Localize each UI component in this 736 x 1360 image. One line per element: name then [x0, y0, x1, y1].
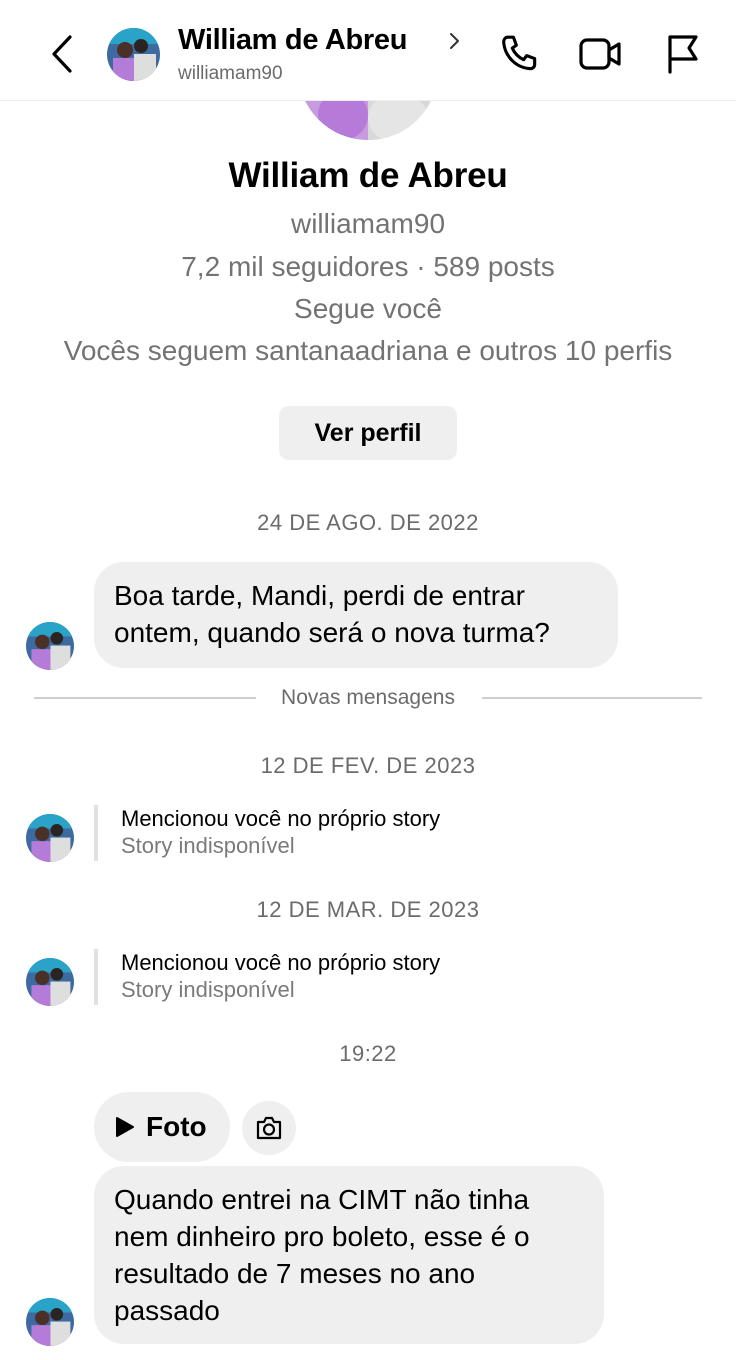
profile-stats: 7,2 mil seguidores · 589 posts [181, 251, 555, 282]
video-icon [579, 38, 621, 70]
story-unavailable-label: Story indisponível [121, 833, 295, 858]
date-separator: 12 DE FEV. DE 2023 [260, 753, 476, 778]
date-separator: 24 DE AGO. DE 2022 [257, 510, 479, 535]
follows-you-label: Segue você [294, 293, 442, 324]
call-button[interactable] [496, 30, 544, 78]
camera-icon [256, 1116, 282, 1140]
sender-avatar[interactable] [26, 814, 74, 862]
mutual-followers: Vocês seguem santanaadriana e outros 10 … [63, 335, 673, 366]
chevron-right-icon[interactable] [445, 30, 465, 52]
time-separator: 19:22 [339, 1041, 397, 1066]
message-bubble[interactable]: Quando entrei na CIMT não tinha nem dinh… [94, 1166, 604, 1344]
photo-message[interactable]: Foto [94, 1092, 230, 1162]
back-icon [52, 35, 72, 73]
sender-avatar[interactable] [26, 622, 74, 670]
story-mention-title: Mencionou você no próprio story [121, 806, 441, 831]
report-button[interactable] [658, 30, 706, 78]
flag-icon [668, 35, 698, 74]
video-call-button[interactable] [576, 30, 624, 78]
sender-avatar[interactable] [26, 1298, 74, 1346]
message-bubble[interactable]: Boa tarde, Mandi, perdi de entrar ontem,… [94, 562, 618, 668]
profile-username: williamam90 [290, 208, 446, 239]
sender-avatar[interactable] [26, 958, 74, 1006]
divider-line-right [482, 697, 702, 699]
photo-label: Foto [146, 1111, 207, 1142]
story-mention[interactable]: Mencionou você no próprio story Story in… [94, 949, 594, 1005]
story-mention[interactable]: Mencionou você no próprio story Story in… [94, 805, 594, 861]
view-profile-button[interactable]: Ver perfil [279, 406, 457, 460]
camera-button[interactable] [242, 1101, 296, 1155]
phone-icon [502, 35, 537, 71]
header-avatar[interactable] [107, 28, 160, 81]
header-username: williamam90 [178, 63, 283, 84]
story-unavailable-label: Story indisponível [121, 977, 295, 1002]
header-name[interactable]: William de Abreu [178, 24, 407, 57]
profile-name: William de Abreu [228, 156, 508, 195]
play-icon [116, 1117, 134, 1137]
chat-header: William de Abreu williamam90 [0, 0, 736, 101]
date-separator: 12 DE MAR. DE 2023 [256, 897, 480, 922]
story-mention-title: Mencionou você no próprio story [121, 950, 441, 975]
back-button[interactable] [40, 30, 84, 78]
